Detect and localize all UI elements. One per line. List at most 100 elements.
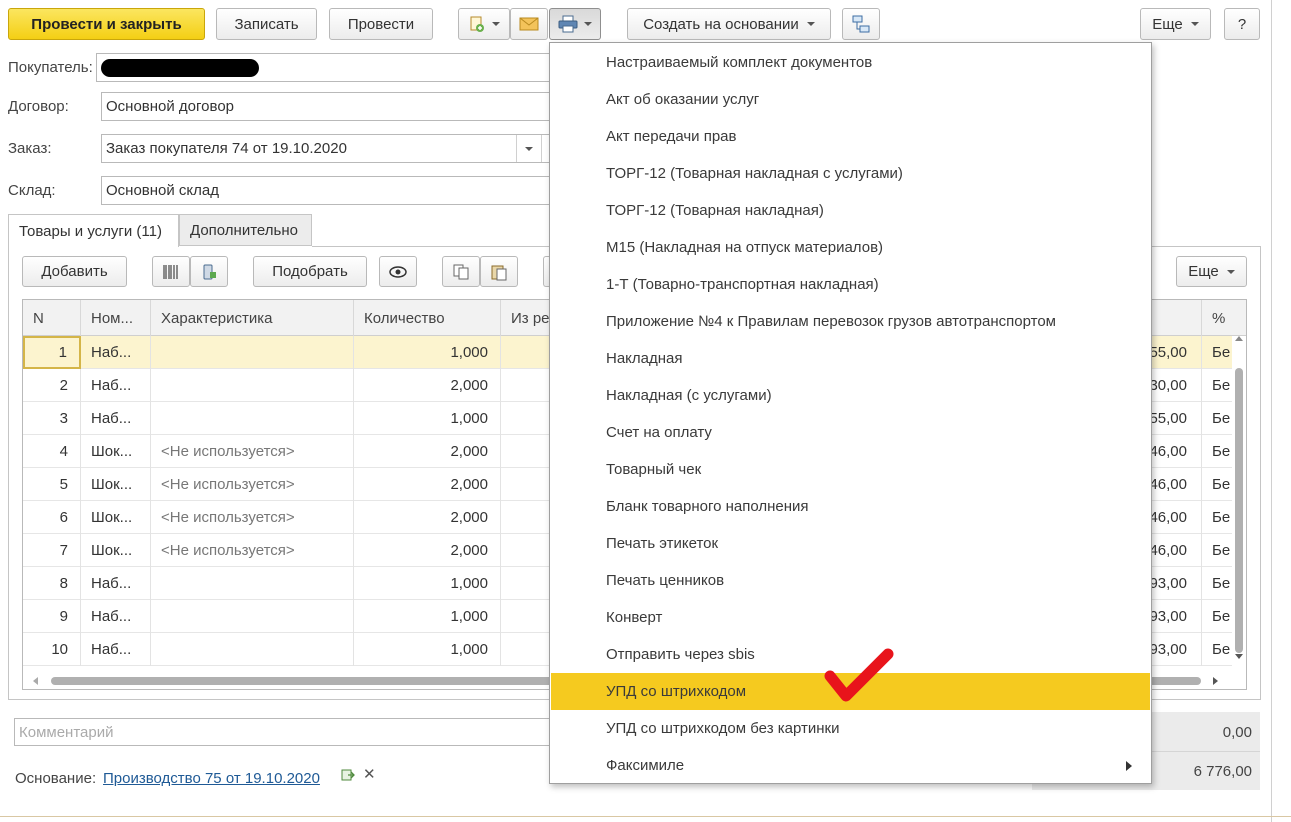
post-button[interactable]: Провести: [329, 8, 433, 40]
cell-quantity[interactable]: 2,000: [354, 435, 501, 468]
cell-n[interactable]: 3: [23, 402, 81, 435]
cell-characteristic[interactable]: [151, 633, 354, 666]
cell-vat-rate[interactable]: Бе: [1201, 468, 1233, 501]
table-more-button[interactable]: Еще: [1176, 256, 1247, 287]
cell-vat-rate[interactable]: Бе: [1201, 369, 1233, 402]
order-dropdown-button[interactable]: [516, 135, 541, 162]
cell-quantity[interactable]: 1,000: [354, 402, 501, 435]
cell-n[interactable]: 6: [23, 501, 81, 534]
cell-n[interactable]: 10: [23, 633, 81, 666]
add-row-button[interactable]: Добавить: [22, 256, 127, 287]
cell-quantity[interactable]: 1,000: [354, 633, 501, 666]
cell-nomenclature[interactable]: Наб...: [81, 402, 151, 435]
cell-vat-rate[interactable]: Бе: [1201, 534, 1233, 567]
more-button[interactable]: Еще: [1140, 8, 1211, 40]
print-menu-item[interactable]: Накладная (с услугами): [551, 377, 1150, 414]
print-menu-item[interactable]: Счет на оплату: [551, 414, 1150, 451]
print-menu-item[interactable]: ТОРГ-12 (Товарная накладная с услугами): [551, 155, 1150, 192]
cell-vat-rate[interactable]: Бе: [1201, 600, 1233, 633]
print-menu-item[interactable]: Приложение №4 к Правилам перевозок грузо…: [551, 303, 1150, 340]
cell-quantity[interactable]: 2,000: [354, 369, 501, 402]
col-header-vat-rate[interactable]: %: [1201, 300, 1233, 336]
structure-button[interactable]: [842, 8, 880, 40]
print-menu-item[interactable]: Накладная: [551, 340, 1150, 377]
scroll-left-arrow[interactable]: [33, 677, 38, 685]
view-button[interactable]: [379, 256, 417, 287]
cell-vat-rate[interactable]: Бе: [1201, 435, 1233, 468]
col-header-quantity[interactable]: Количество: [354, 300, 501, 336]
print-button[interactable]: [549, 8, 601, 40]
print-menu-item[interactable]: Настраиваемый комплект документов: [551, 44, 1150, 81]
tab-goods-services[interactable]: Товары и услуги (11): [8, 214, 179, 247]
cell-n[interactable]: 1: [23, 336, 81, 369]
cell-nomenclature[interactable]: Шок...: [81, 501, 151, 534]
print-menu-item[interactable]: Акт передачи прав: [551, 118, 1150, 155]
print-menu-item[interactable]: Печать этикеток: [551, 525, 1150, 562]
cell-characteristic[interactable]: <Не используется>: [151, 435, 354, 468]
cell-quantity[interactable]: 2,000: [354, 468, 501, 501]
cell-characteristic[interactable]: [151, 402, 354, 435]
basis-select-icon[interactable]: [341, 768, 355, 782]
cell-characteristic[interactable]: [151, 336, 354, 369]
print-menu-item[interactable]: Акт об оказании услуг: [551, 81, 1150, 118]
cell-nomenclature[interactable]: Наб...: [81, 369, 151, 402]
copy-rows-button[interactable]: [442, 256, 480, 287]
warehouse-field[interactable]: Основной склад: [101, 176, 556, 205]
cell-n[interactable]: 9: [23, 600, 81, 633]
cell-nomenclature[interactable]: Наб...: [81, 567, 151, 600]
scroll-right-arrow[interactable]: [1213, 677, 1218, 685]
scroll-down-arrow[interactable]: [1235, 654, 1243, 659]
col-header-nomenclature[interactable]: Ном...: [81, 300, 151, 336]
cell-quantity[interactable]: 2,000: [354, 501, 501, 534]
help-button[interactable]: ?: [1224, 8, 1260, 40]
print-menu-item[interactable]: ТОРГ-12 (Товарная накладная): [551, 192, 1150, 229]
print-menu-item[interactable]: Бланк товарного наполнения: [551, 488, 1150, 525]
attach-file-button[interactable]: [458, 8, 510, 40]
basis-clear-icon[interactable]: ✕: [363, 765, 376, 783]
cell-nomenclature[interactable]: Наб...: [81, 336, 151, 369]
cell-nomenclature[interactable]: Наб...: [81, 600, 151, 633]
cell-nomenclature[interactable]: Шок...: [81, 534, 151, 567]
cell-nomenclature[interactable]: Наб...: [81, 633, 151, 666]
pick-button[interactable]: Подобрать: [253, 256, 367, 287]
cell-vat-rate[interactable]: Бе: [1201, 501, 1233, 534]
cell-nomenclature[interactable]: Шок...: [81, 435, 151, 468]
order-field[interactable]: Заказ покупателя 74 от 19.10.2020: [101, 134, 556, 163]
cell-characteristic[interactable]: <Не используется>: [151, 534, 354, 567]
cell-vat-rate[interactable]: Бе: [1201, 336, 1233, 369]
comment-input[interactable]: Комментарий: [14, 718, 554, 746]
cell-n[interactable]: 5: [23, 468, 81, 501]
cell-characteristic[interactable]: <Не используется>: [151, 468, 354, 501]
cell-quantity[interactable]: 1,000: [354, 336, 501, 369]
cell-vat-rate[interactable]: Бе: [1201, 633, 1233, 666]
barcode-button[interactable]: [152, 256, 190, 287]
cell-quantity[interactable]: 2,000: [354, 534, 501, 567]
buyer-field[interactable]: [96, 53, 556, 82]
cell-n[interactable]: 2: [23, 369, 81, 402]
cell-characteristic[interactable]: [151, 369, 354, 402]
scanner-button[interactable]: [190, 256, 228, 287]
cell-characteristic[interactable]: [151, 567, 354, 600]
print-menu-item[interactable]: Печать ценников: [551, 562, 1150, 599]
vertical-scrollbar-thumb[interactable]: [1235, 368, 1243, 653]
vertical-scrollbar[interactable]: [1232, 336, 1246, 676]
print-menu-item[interactable]: М15 (Накладная на отпуск материалов): [551, 229, 1150, 266]
cell-n[interactable]: 4: [23, 435, 81, 468]
basis-link[interactable]: Производство 75 от 19.10.2020: [103, 770, 320, 787]
cell-n[interactable]: 7: [23, 534, 81, 567]
cell-vat-rate[interactable]: Бе: [1201, 567, 1233, 600]
create-based-on-button[interactable]: Создать на основании: [627, 8, 831, 40]
cell-n[interactable]: 8: [23, 567, 81, 600]
col-header-characteristic[interactable]: Характеристика: [151, 300, 354, 336]
cell-quantity[interactable]: 1,000: [354, 600, 501, 633]
cell-characteristic[interactable]: <Не используется>: [151, 501, 354, 534]
cell-vat-rate[interactable]: Бе: [1201, 402, 1233, 435]
post-and-close-button[interactable]: Провести и закрыть: [8, 8, 205, 40]
scroll-up-arrow[interactable]: [1235, 336, 1243, 341]
print-menu-item[interactable]: УПД со штрихкодом без картинки: [551, 710, 1150, 747]
tab-additional[interactable]: Дополнительно: [179, 214, 312, 246]
contract-field[interactable]: Основной договор: [101, 92, 556, 121]
print-menu-item[interactable]: 1-Т (Товарно-транспортная накладная): [551, 266, 1150, 303]
print-menu-item[interactable]: Факсимиле: [551, 747, 1150, 784]
save-button[interactable]: Записать: [216, 8, 317, 40]
